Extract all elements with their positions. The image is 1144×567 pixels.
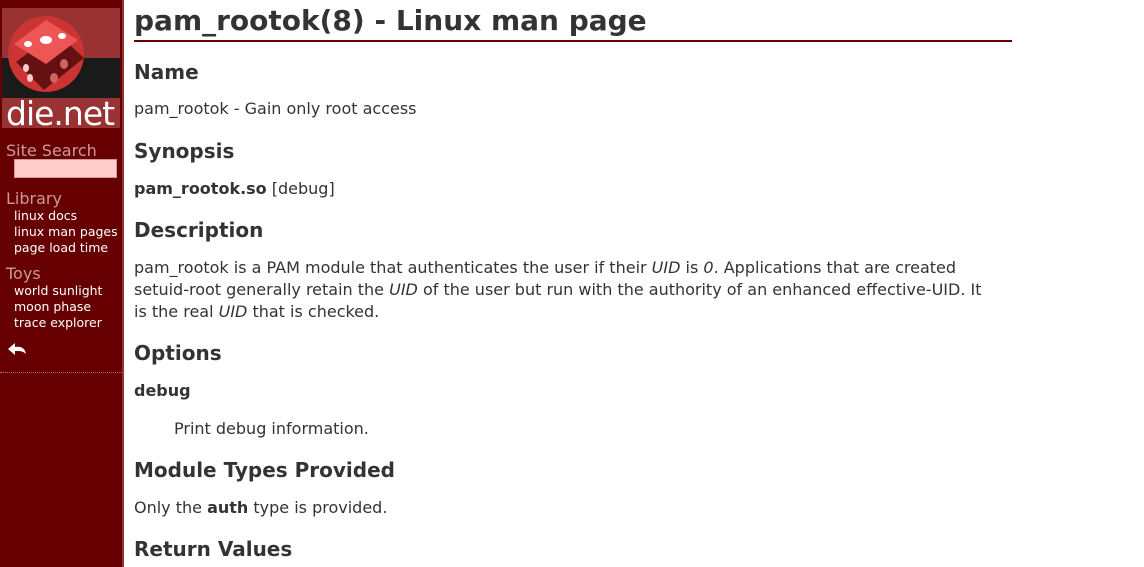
- desc-uid: UID: [389, 280, 418, 299]
- desc-zero: 0: [703, 258, 714, 277]
- page-title: pam_rootok(8) - Linux man page: [134, 4, 1012, 42]
- name-heading: Name: [134, 60, 199, 84]
- desc-part: is: [680, 258, 704, 277]
- option-debug-description: Print debug information.: [174, 419, 369, 438]
- synopsis-args: [debug]: [266, 179, 335, 198]
- dice-icon: [8, 16, 84, 92]
- synopsis-text: pam_rootok.so [debug]: [134, 178, 994, 200]
- logo-text: die.net: [6, 94, 115, 128]
- description-heading: Description: [134, 218, 264, 242]
- back-arrow-icon[interactable]: [6, 340, 28, 358]
- module-part: Only the: [134, 498, 208, 517]
- name-text: pam_rootok - Gain only root access: [134, 99, 417, 118]
- library-link-linux-man-pages[interactable]: linux man pages: [14, 224, 118, 239]
- module-types-text: Only the auth type is provided.: [134, 497, 994, 519]
- description-text: pam_rootok is a PAM module that authenti…: [134, 257, 984, 323]
- desc-part: that is checked.: [247, 302, 380, 321]
- library-link-page-load-time[interactable]: page load time: [14, 240, 108, 255]
- module-auth: auth: [207, 498, 249, 517]
- toys-link-trace-explorer[interactable]: trace explorer: [14, 315, 102, 330]
- site-logo[interactable]: die.net: [2, 8, 120, 128]
- site-search-label: Site Search: [6, 141, 97, 160]
- library-heading: Library: [6, 189, 62, 208]
- option-name: debug: [134, 381, 191, 400]
- sidebar: die.net Site Search Library linux docs l…: [0, 0, 124, 567]
- desc-part: pam_rootok is a PAM module that authenti…: [134, 258, 652, 277]
- desc-uid: UID: [218, 302, 248, 321]
- option-debug-name: debug: [134, 380, 994, 402]
- sidebar-divider: [0, 372, 122, 373]
- synopsis-command: pam_rootok.so: [134, 179, 267, 198]
- options-heading: Options: [134, 341, 222, 365]
- toys-link-world-sunlight[interactable]: world sunlight: [14, 283, 102, 298]
- return-values-heading: Return Values: [134, 537, 293, 561]
- toys-heading: Toys: [6, 264, 41, 283]
- synopsis-heading: Synopsis: [134, 139, 235, 163]
- module-types-heading: Module Types Provided: [134, 458, 395, 482]
- desc-uid: UID: [651, 258, 681, 277]
- search-input[interactable]: [14, 159, 117, 178]
- toys-link-moon-phase[interactable]: moon phase: [14, 299, 91, 314]
- library-link-linux-docs[interactable]: linux docs: [14, 208, 77, 223]
- module-part: type is provided.: [248, 498, 388, 517]
